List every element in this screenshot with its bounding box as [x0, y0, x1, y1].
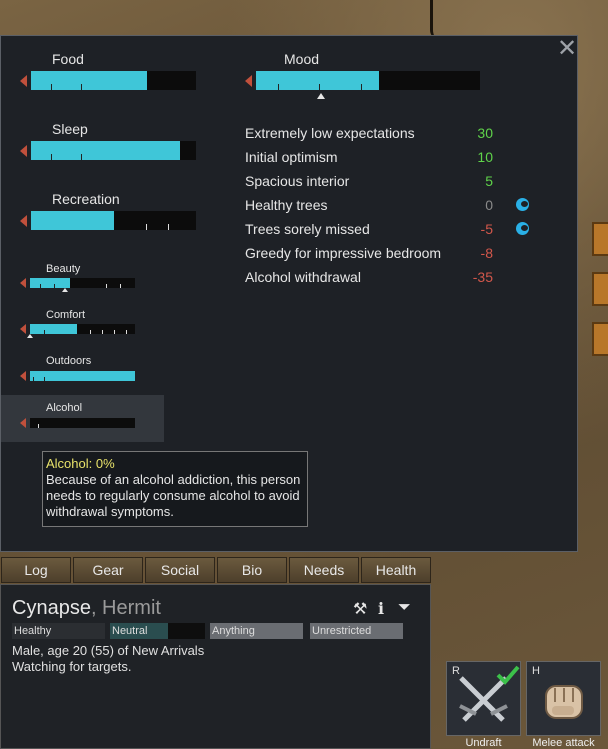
crate — [592, 322, 608, 356]
pawn-name: Cynapse, Hermit — [12, 597, 161, 620]
tab-needs[interactable]: Needs — [289, 557, 359, 583]
area-restriction-chip[interactable]: Unrestricted — [310, 623, 403, 639]
pawn-name-text: Cynapse — [12, 597, 91, 619]
health-chip[interactable]: Healthy — [12, 623, 105, 639]
thought-row[interactable]: Healthy trees 0 — [245, 197, 575, 221]
need-label: Beauty — [46, 263, 81, 275]
ideology-icon — [516, 222, 529, 235]
rename-icon[interactable]: ⚒ — [353, 599, 367, 619]
thought-text: Alcohol withdrawal — [245, 269, 361, 285]
need-fill — [31, 211, 114, 230]
thought-value: -35 — [472, 269, 493, 285]
tab-gear[interactable]: Gear — [73, 557, 143, 583]
need-label: Outdoors — [46, 355, 92, 367]
need-bar — [30, 371, 135, 381]
checkmark-icon — [496, 665, 520, 685]
tab-health[interactable]: Health — [361, 557, 431, 583]
thought-row[interactable]: Initial optimism 10 — [245, 149, 575, 173]
need-bar — [31, 71, 196, 90]
undraft-button[interactable]: R Undraft — [446, 661, 521, 749]
need-bar — [30, 418, 135, 428]
thought-row[interactable]: Alcohol withdrawal -35 — [245, 269, 575, 293]
trend-arrow-icon — [20, 324, 26, 334]
thought-value: 10 — [477, 149, 493, 165]
thought-text: Spacious interior — [245, 173, 350, 189]
thought-row[interactable]: Spacious interior 5 — [245, 173, 575, 197]
alcohol-tooltip: Alcohol: 0% Because of an alcohol addict… — [42, 451, 308, 527]
fist-icon — [545, 685, 583, 719]
need-fill — [30, 324, 78, 334]
pawn-description: Male, age 20 (55) of New Arrivals — [12, 643, 205, 658]
mood-chip-label: Neutral — [112, 625, 148, 637]
mood-bar — [256, 71, 480, 90]
thought-value: -5 — [480, 221, 493, 237]
tab-log[interactable]: Log — [1, 557, 71, 583]
pawn-title: , Hermit — [90, 597, 161, 619]
need-label: Food — [52, 51, 84, 67]
thought-row[interactable]: Greedy for impressive bedroom -8 — [245, 245, 575, 269]
need-bar — [31, 141, 196, 160]
need-bar — [30, 324, 135, 334]
trend-arrow-icon — [20, 215, 27, 227]
thought-value: 0 — [485, 197, 493, 213]
crate — [592, 222, 608, 256]
need-label: Mood — [284, 51, 320, 67]
trend-arrow-icon — [20, 371, 26, 381]
thought-text: Healthy trees — [245, 197, 328, 213]
pawn-job: Watching for targets. — [12, 659, 132, 674]
thought-text: Trees sorely missed — [245, 221, 370, 237]
need-marker — [27, 334, 33, 338]
info-icon[interactable]: i — [378, 599, 384, 618]
trend-arrow-icon — [20, 75, 27, 87]
thought-value: 5 — [485, 173, 493, 189]
need-fill — [31, 141, 180, 160]
thought-text: Greedy for impressive bedroom — [245, 245, 442, 261]
chevron-down-icon[interactable]: ⏷ — [398, 599, 411, 617]
trend-arrow-icon — [245, 75, 252, 87]
need-fill — [31, 71, 147, 90]
thought-value: 30 — [477, 125, 493, 141]
tooltip-body: Because of an alcohol addiction, this pe… — [46, 472, 301, 519]
need-bar — [30, 278, 135, 288]
crate — [592, 272, 608, 306]
need-label: Comfort — [46, 309, 86, 321]
mood-target-marker — [317, 93, 325, 99]
thought-row[interactable]: Trees sorely missed -5 — [245, 221, 575, 245]
need-bar — [31, 211, 196, 230]
thought-value: -8 — [480, 245, 493, 261]
need-fill — [30, 371, 135, 381]
need-label: Recreation — [52, 191, 120, 207]
pawn-inspect-pane: Cynapse, Hermit ⚒ i ⏷ Healthy Neutral An… — [0, 584, 431, 749]
melee-attack-button[interactable]: H Melee attack — [526, 661, 601, 749]
trend-arrow-icon — [20, 418, 26, 428]
tooltip-title: Alcohol: 0% — [46, 456, 115, 471]
trend-arrow-icon — [20, 145, 27, 157]
thought-text: Extremely low expectations — [245, 125, 415, 141]
tab-bio[interactable]: Bio — [217, 557, 287, 583]
trend-arrow-icon — [20, 278, 26, 288]
food-restriction-chip[interactable]: Anything — [210, 623, 303, 639]
mood-chip[interactable]: Neutral — [110, 623, 205, 639]
tab-social[interactable]: Social — [145, 557, 215, 583]
need-label: Sleep — [52, 121, 88, 137]
command-label: Melee attack — [532, 737, 595, 749]
need-marker — [62, 288, 68, 292]
needs-window: ✕ Food Sleep Recreation Mood Beauty Comf… — [0, 35, 578, 552]
terrain-crack — [430, 0, 447, 40]
need-fill — [30, 278, 70, 288]
need-label: Alcohol — [46, 402, 83, 414]
ideology-icon — [516, 198, 529, 211]
thought-row[interactable]: Extremely low expectations 30 — [245, 125, 575, 149]
thought-text: Initial optimism — [245, 149, 338, 165]
close-icon[interactable]: ✕ — [556, 37, 578, 61]
